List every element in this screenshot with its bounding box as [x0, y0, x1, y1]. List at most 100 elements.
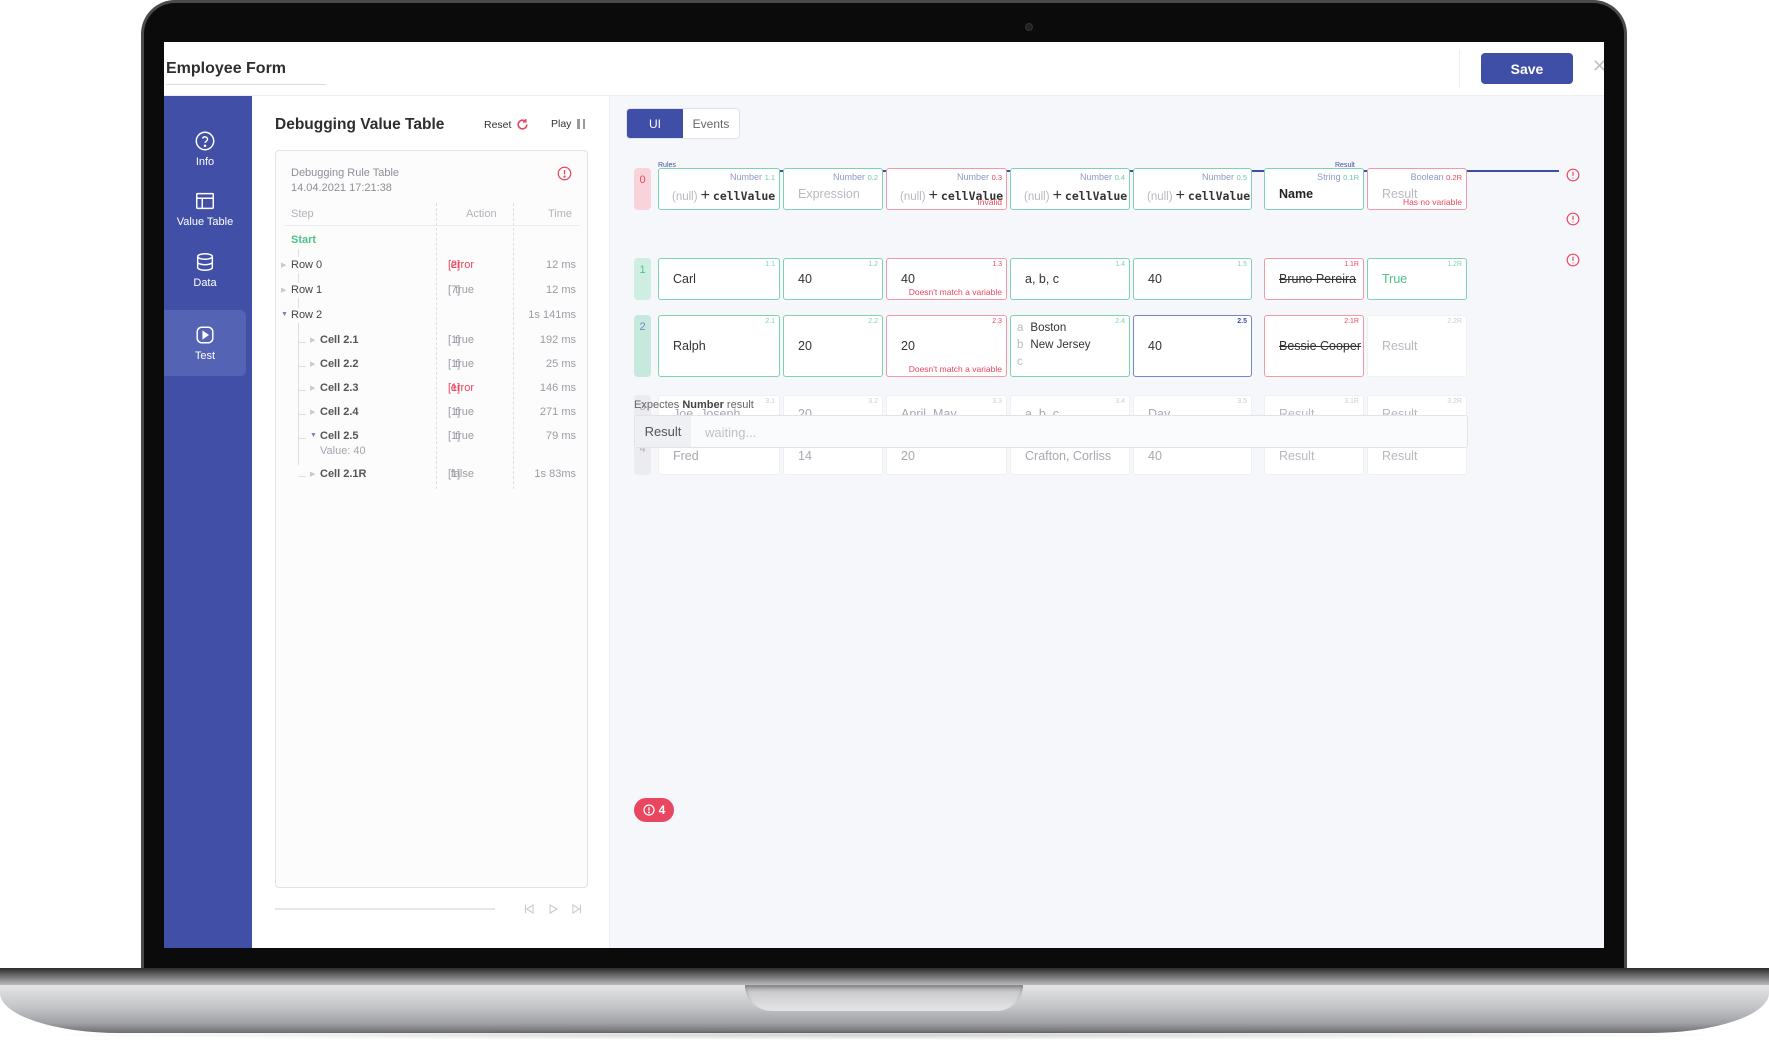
cell-id: 3.1 [765, 398, 775, 405]
debug-step[interactable]: ▶ Cell 2.1 [1] true 192 ms [276, 334, 589, 354]
header-cell[interactable]: Number 1.1 (null) + cellValue [658, 168, 780, 210]
header-cell[interactable]: Number 0.5 (null) + cellValue [1133, 168, 1252, 210]
table-cell[interactable]: 2.1R Bessie Cooper [1264, 315, 1364, 377]
cell-id: 1.1R [1344, 261, 1359, 268]
step-label: Row 0 [291, 259, 323, 271]
play-button[interactable]: Play [551, 118, 586, 130]
caret-down-icon[interactable]: ▼ [310, 432, 317, 439]
skip-back-icon[interactable] [522, 902, 536, 916]
debug-step[interactable]: ▶ Cell 2.2 [1] true 25 ms [276, 358, 589, 378]
cell-value: 20 [798, 339, 812, 353]
list-value: New Jersey [1030, 339, 1091, 351]
table-cell[interactable]: 1.2 40 [783, 258, 883, 300]
caret-right-icon[interactable]: ▶ [310, 360, 315, 368]
alert-icon[interactable] [557, 166, 572, 181]
debug-step[interactable]: ▶ Cell 2.4 [1] true 271 ms [276, 406, 589, 426]
null-label: (null) [1024, 191, 1050, 203]
expression: (null) + cellValue [1147, 187, 1250, 205]
tree-branch [298, 414, 306, 415]
table-cell[interactable]: 2.2 20 [783, 315, 883, 377]
type-label: Number [833, 172, 866, 182]
table-cell[interactable]: 2.2R Result [1367, 315, 1467, 377]
panel-title: Debugging Value Table [275, 116, 445, 133]
expression: (null) + cellValue [672, 187, 775, 205]
cell-value: Carl [673, 272, 696, 286]
header-cell[interactable]: String 0.1R Name [1264, 168, 1364, 210]
header-cell[interactable]: Boolean 0.2R Result Has no variable [1367, 168, 1467, 210]
caret-right-icon[interactable]: ▶ [281, 286, 286, 294]
table-cell[interactable]: 1.2R True [1367, 258, 1467, 300]
list-key: a [1017, 322, 1024, 334]
result-field[interactable]: Result waiting... [634, 415, 1468, 448]
table-cell[interactable]: 1.3 40 Doesn't match a variable [886, 258, 1007, 300]
table-cell[interactable]: 1.1 Carl [658, 258, 780, 300]
column-type: Number 0.5 [1202, 172, 1247, 182]
row-index[interactable]: 1 [634, 258, 651, 300]
table-cell[interactable]: 1.1R Bruno Pereira [1264, 258, 1364, 300]
header-cell[interactable]: Number 0.4 (null) + cellValue [1010, 168, 1130, 210]
close-icon[interactable]: ✕ [1592, 56, 1604, 77]
caret-right-icon[interactable]: ▶ [310, 470, 315, 478]
debug-step[interactable]: ▶ Row 0 [2] error 12 ms [276, 259, 589, 279]
save-button[interactable]: Save [1481, 53, 1573, 84]
type-label: Boolean [1410, 172, 1444, 182]
cell-value: Bessie Cooper [1279, 339, 1361, 353]
caret-down-icon[interactable]: ▼ [281, 311, 288, 318]
step-play-icon[interactable] [546, 902, 560, 916]
tab-ui[interactable]: UI [627, 109, 683, 138]
table-cell[interactable]: 2.5 40 [1133, 315, 1252, 377]
column-id: 0.3 [991, 173, 1002, 182]
debug-step[interactable]: ▼ Row 2 1s 141ms [276, 309, 589, 329]
column-type: Number 0.4 [1080, 172, 1125, 182]
cell-id: 1.1 [765, 261, 775, 268]
step-time: 1s 83ms [534, 468, 576, 480]
caret-right-icon[interactable]: ▶ [310, 384, 315, 392]
play-label: Play [551, 118, 572, 130]
step-action: true [455, 284, 474, 296]
table-cell[interactable]: 1.4 a, b, c [1010, 258, 1130, 300]
header-cell[interactable]: Number 0.3 (null) + cellValue Invalid [886, 168, 1007, 210]
table-cell[interactable]: 2.4 a Boston b New Jersey c [1010, 315, 1130, 377]
row-index[interactable]: 2 [634, 315, 651, 377]
sidebar-item-label: Info [195, 156, 215, 168]
sidebar-item-info[interactable]: Info [164, 116, 246, 182]
progress-track[interactable] [275, 908, 495, 910]
header-cell[interactable]: Number 0.2 Expression [783, 168, 883, 210]
app-window: Employee Form Save ✕ Info Value Table Da… [164, 42, 1604, 948]
table-cell[interactable]: 1.5 40 [1133, 258, 1252, 300]
cell-id: 3.5 [1237, 398, 1247, 405]
caret-right-icon[interactable]: ▶ [310, 408, 315, 416]
cell-id: 2.4 [1115, 318, 1125, 325]
sidebar-item-test[interactable]: Test [164, 310, 246, 376]
cell-id: 1.2 [868, 261, 878, 268]
alert-icon [643, 804, 655, 816]
row-index[interactable]: 0 [634, 168, 651, 210]
sidebar-item-data[interactable]: Data [164, 237, 246, 303]
tree-branch [298, 342, 306, 343]
step-value: Value: 40 [320, 445, 366, 457]
reset-button[interactable]: Reset [484, 118, 529, 131]
caret-right-icon[interactable]: ▶ [281, 261, 286, 269]
step-start[interactable]: Start [276, 234, 589, 254]
debug-step[interactable]: ▶ Row 1 [7] true 12 ms [276, 284, 589, 304]
row-alert-icon[interactable] [1566, 212, 1580, 226]
col-action: Action [466, 208, 497, 220]
row-alert-icon[interactable] [1566, 168, 1580, 182]
caret-right-icon[interactable]: ▶ [310, 336, 315, 344]
tab-events[interactable]: Events [683, 109, 739, 138]
step-label: Cell 2.5 [320, 430, 359, 442]
row-alert-icon[interactable] [1566, 253, 1580, 267]
cell-value: Fred [673, 449, 699, 463]
table-cell[interactable]: 2.1 Ralph [658, 315, 780, 377]
sidebar-item-value-table[interactable]: Value Table [164, 176, 246, 242]
start-label: Start [291, 234, 317, 246]
debug-step[interactable]: ▶ Cell 2.1R [1] false 1s 83ms [276, 468, 589, 488]
table-cell[interactable]: 2.3 20 Doesn't match a variable [886, 315, 1007, 377]
skip-forward-icon[interactable] [570, 902, 584, 916]
error-count-badge[interactable]: 4 [634, 798, 674, 822]
database-icon [196, 253, 214, 271]
plus-icon: + [700, 187, 710, 204]
expect-prefix: Expectes [634, 399, 683, 411]
debug-step[interactable]: ▶ Cell 2.3 [1] error 146 ms [276, 382, 589, 402]
validation-error: Invalid [977, 197, 1002, 207]
